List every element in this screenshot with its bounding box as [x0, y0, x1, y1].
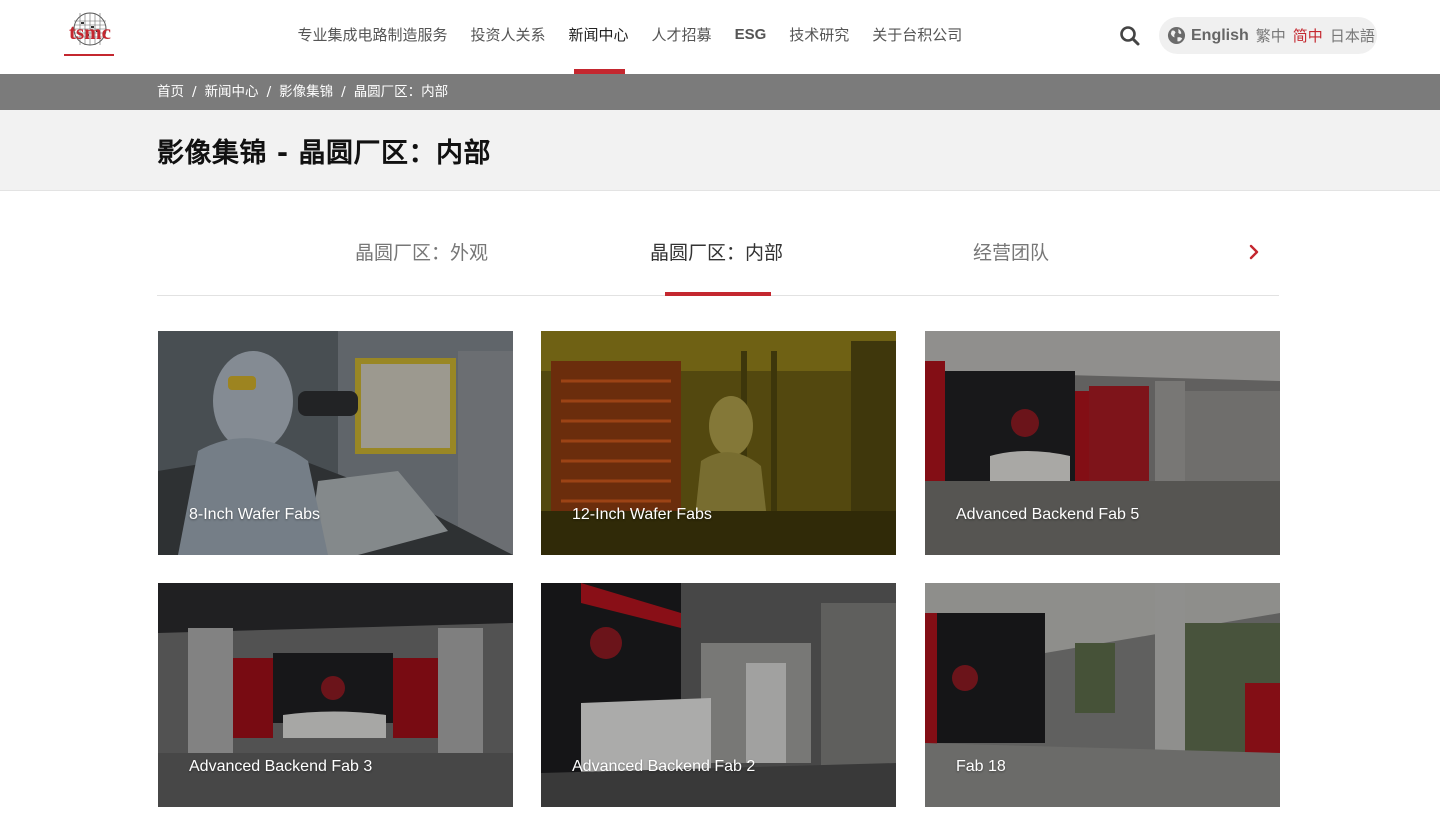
breadcrumb-home[interactable]: 首页 — [157, 74, 184, 110]
breadcrumb: 首页 / 新闻中心 / 影像集锦 / 晶圆厂区：内部 — [157, 74, 448, 110]
gallery-card-label: Advanced Backend Fab 3 — [189, 758, 373, 775]
tab-fab-exterior[interactable]: 晶圆厂区：外观 — [355, 238, 488, 265]
gallery-card-advanced-backend-fab-2[interactable]: Advanced Backend Fab 2 — [541, 583, 896, 807]
breadcrumb-separator: / — [266, 84, 272, 100]
nav-technology[interactable]: 技术研究 — [778, 0, 861, 74]
gallery-card-label: Fab 18 — [956, 758, 1006, 775]
main-nav: 专业集成电路制造服务 投资人关系 新闻中心 人才招募 ESG 技术研究 关于台积… — [286, 0, 974, 74]
globe-icon — [1167, 26, 1186, 45]
gallery-card-label: 8-Inch Wafer Fabs — [189, 506, 321, 523]
logo-wordmark: tsmc — [69, 20, 111, 44]
gallery-card-label: Advanced Backend Fab 2 — [572, 758, 756, 775]
nav-newsroom[interactable]: 新闻中心 — [557, 0, 640, 74]
nav-about[interactable]: 关于台积公司 — [861, 0, 974, 74]
nav-foundry-services[interactable]: 专业集成电路制造服务 — [286, 0, 459, 74]
breadcrumb-current: 晶圆厂区：内部 — [353, 84, 449, 100]
page-title-band: 影像集锦 - 晶圆厂区：内部 — [0, 110, 1440, 191]
gallery-card-fab-18[interactable]: Fab 18 — [925, 583, 1280, 807]
breadcrumb-photo-gallery[interactable]: 影像集锦 — [279, 74, 333, 110]
language-switcher: English 繁中 简中 日本語 — [1159, 17, 1377, 54]
lang-japanese[interactable]: 日本語 — [1330, 25, 1375, 46]
tab-fab-interior[interactable]: 晶圆厂区：内部 — [650, 238, 783, 265]
lang-simplified-chinese[interactable]: 简中 — [1293, 25, 1323, 46]
breadcrumb-newsroom[interactable]: 新闻中心 — [205, 74, 259, 110]
gallery-card-advanced-backend-fab-5[interactable]: Advanced Backend Fab 5 — [925, 331, 1280, 555]
chevron-right-icon[interactable] — [1243, 240, 1265, 264]
nav-esg[interactable]: ESG — [723, 0, 778, 74]
search-icon[interactable] — [1117, 23, 1143, 49]
breadcrumb-separator: / — [192, 84, 197, 100]
tsmc-logo[interactable]: tsmc — [58, 10, 122, 60]
gallery-card-12-inch-wafer-fabs[interactable]: 12-Inch Wafer Fabs — [541, 331, 896, 555]
breadcrumb-separator: / — [341, 84, 346, 100]
nav-careers[interactable]: 人才招募 — [640, 0, 723, 74]
tab-management-team[interactable]: 经营团队 — [973, 238, 1049, 265]
active-tab-indicator — [665, 292, 771, 296]
gallery-card-advanced-backend-fab-3[interactable]: Advanced Backend Fab 3 — [158, 583, 513, 807]
lang-english[interactable]: English — [1191, 27, 1249, 45]
breadcrumb-bar: 首页 / 新闻中心 / 影像集锦 / 晶圆厂区：内部 — [0, 74, 1440, 110]
site-header: tsmc 专业集成电路制造服务 投资人关系 新闻中心 人才招募 ESG 技术研究… — [0, 0, 1440, 74]
page-title: 影像集锦 - 晶圆厂区：内部 — [157, 138, 492, 169]
nav-investor-relations[interactable]: 投资人关系 — [459, 0, 557, 74]
gallery-card-8-inch-wafer-fabs[interactable]: 8-Inch Wafer Fabs — [158, 331, 513, 555]
lang-traditional-chinese[interactable]: 繁中 — [1256, 25, 1286, 46]
gallery-card-label: Advanced Backend Fab 5 — [956, 506, 1140, 523]
gallery-card-label: 12-Inch Wafer Fabs — [572, 506, 712, 523]
category-tabs: 晶圆厂区：外观 晶圆厂区：内部 经营团队 — [157, 214, 1279, 296]
